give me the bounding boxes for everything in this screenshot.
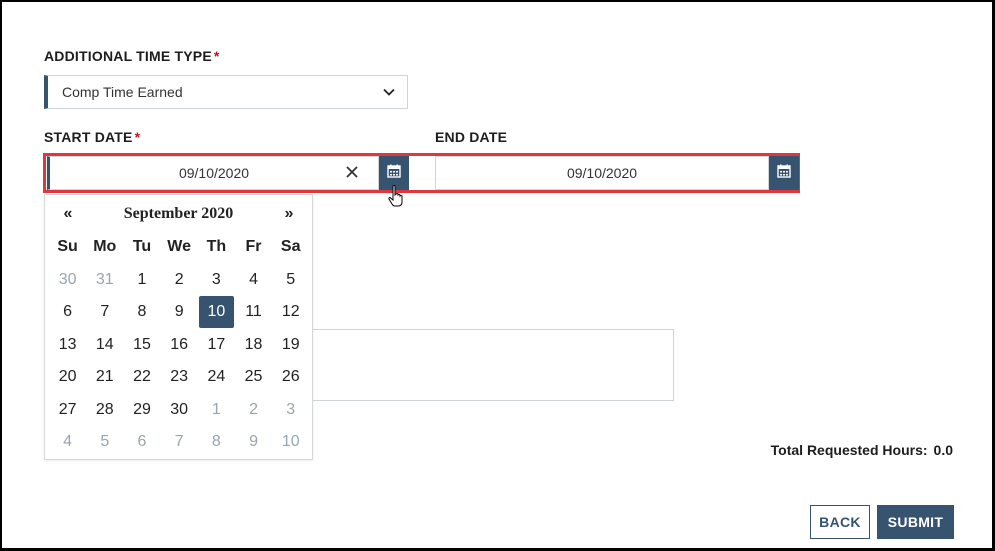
month-title[interactable]: September 2020	[85, 205, 272, 223]
day-cell[interactable]: 7	[86, 296, 123, 329]
day-cell[interactable]: 3	[272, 394, 309, 427]
submit-button[interactable]: SUBMIT	[877, 505, 954, 539]
weekday-label: Su	[57, 238, 78, 256]
chevron-down-icon	[383, 85, 395, 101]
day-cell[interactable]: 11	[235, 296, 272, 329]
day-cell[interactable]: 15	[123, 329, 160, 362]
datepicker-grid: Su Mo Tu We Th Fr Sa 30 31 1 2 3 4 5 6 7…	[49, 231, 309, 459]
day-cell[interactable]: 4	[235, 264, 272, 297]
total-value: 0.0	[933, 442, 953, 458]
day-cell[interactable]: 23	[161, 361, 198, 394]
day-cell[interactable]: 5	[272, 264, 309, 297]
week-row: 30 31 1 2 3 4 5	[49, 264, 309, 297]
total-label: Total Requested Hours:	[770, 442, 928, 458]
start-date-label: START DATE *	[44, 129, 141, 145]
day-cell[interactable]: 8	[123, 296, 160, 329]
datepicker-popup: « September 2020 » Su Mo Tu We Th Fr Sa …	[44, 194, 313, 460]
day-cell[interactable]: 13	[49, 329, 86, 362]
day-cell[interactable]: 10	[272, 426, 309, 459]
day-cell[interactable]: 24	[198, 361, 235, 394]
end-date-label: END DATE	[435, 129, 508, 145]
calendar-icon	[387, 164, 401, 183]
day-cell[interactable]: 20	[49, 361, 86, 394]
day-cell[interactable]: 5	[86, 426, 123, 459]
calendar-icon	[777, 164, 791, 183]
day-cell[interactable]: 31	[86, 264, 123, 297]
weekday-label: Fr	[245, 238, 262, 256]
day-cell[interactable]: 19	[272, 329, 309, 362]
day-cell[interactable]: 4	[49, 426, 86, 459]
required-mark: *	[213, 48, 220, 64]
weekday-label: Mo	[93, 238, 117, 256]
end-date-input[interactable]: 09/10/2020	[435, 156, 769, 190]
datepicker-header: « September 2020 »	[45, 205, 312, 229]
selected-day-cell[interactable]: 10	[198, 296, 234, 328]
week-row: 27 28 29 30 1 2 3	[49, 394, 309, 427]
weekday-label: Th	[206, 238, 227, 256]
day-cell[interactable]: 26	[272, 361, 309, 394]
day-cell[interactable]: 7	[161, 426, 198, 459]
day-cell[interactable]: 9	[235, 426, 272, 459]
day-cell[interactable]: 29	[123, 394, 160, 427]
required-mark: *	[134, 129, 141, 145]
day-cell[interactable]: 1	[123, 264, 160, 297]
end-date-value: 09/10/2020	[566, 165, 638, 181]
day-cell[interactable]: 16	[161, 329, 198, 362]
day-cell[interactable]: 6	[123, 426, 160, 459]
hand-cursor-icon	[388, 184, 404, 213]
total-requested-hours: Total Requested Hours: 0.0	[771, 442, 953, 458]
week-row: 20 21 22 23 24 25 26	[49, 361, 309, 394]
day-cell[interactable]: 22	[123, 361, 160, 394]
day-cell[interactable]: 2	[235, 394, 272, 427]
day-cell[interactable]: 21	[86, 361, 123, 394]
time-type-select[interactable]: Comp Time Earned	[44, 75, 408, 109]
weekday-label: Tu	[132, 238, 152, 256]
day-cell[interactable]: 3	[198, 264, 235, 297]
next-month-button[interactable]: »	[274, 205, 304, 223]
day-cell[interactable]: 14	[86, 329, 123, 362]
day-cell[interactable]: 28	[86, 394, 123, 427]
form-panel: ADDITIONAL TIME TYPE * Comp Time Earned S…	[2, 2, 992, 548]
weekday-row: Su Mo Tu We Th Fr Sa	[49, 231, 309, 264]
day-cell[interactable]: 27	[49, 394, 86, 427]
day-cell[interactable]: 30	[161, 394, 198, 427]
weekday-label: We	[167, 238, 192, 256]
day-cell[interactable]: 1	[198, 394, 235, 427]
start-date-input[interactable]: 09/10/2020	[47, 156, 379, 190]
day-cell[interactable]: 8	[198, 426, 235, 459]
day-cell[interactable]: 30	[49, 264, 86, 297]
week-row: 6 7 8 9 10 11 12	[49, 296, 309, 329]
day-cell[interactable]: 17	[198, 329, 235, 362]
back-button[interactable]: BACK	[810, 505, 870, 539]
clear-icon[interactable]	[346, 162, 358, 183]
day-cell[interactable]: 12	[272, 296, 309, 329]
day-cell[interactable]: 18	[235, 329, 272, 362]
start-date-value: 09/10/2020	[178, 165, 250, 181]
time-type-value: Comp Time Earned	[62, 84, 183, 100]
time-type-label: ADDITIONAL TIME TYPE *	[44, 48, 220, 64]
weekday-label: Sa	[280, 238, 301, 256]
week-row: 13 14 15 16 17 18 19	[49, 329, 309, 362]
week-row: 4 5 6 7 8 9 10	[49, 426, 309, 459]
day-cell[interactable]: 25	[235, 361, 272, 394]
day-cell[interactable]: 9	[161, 296, 198, 329]
day-cell[interactable]: 6	[49, 296, 86, 329]
prev-month-button[interactable]: «	[53, 205, 83, 223]
end-date-calendar-button[interactable]	[769, 156, 799, 190]
day-cell[interactable]: 2	[161, 264, 198, 297]
